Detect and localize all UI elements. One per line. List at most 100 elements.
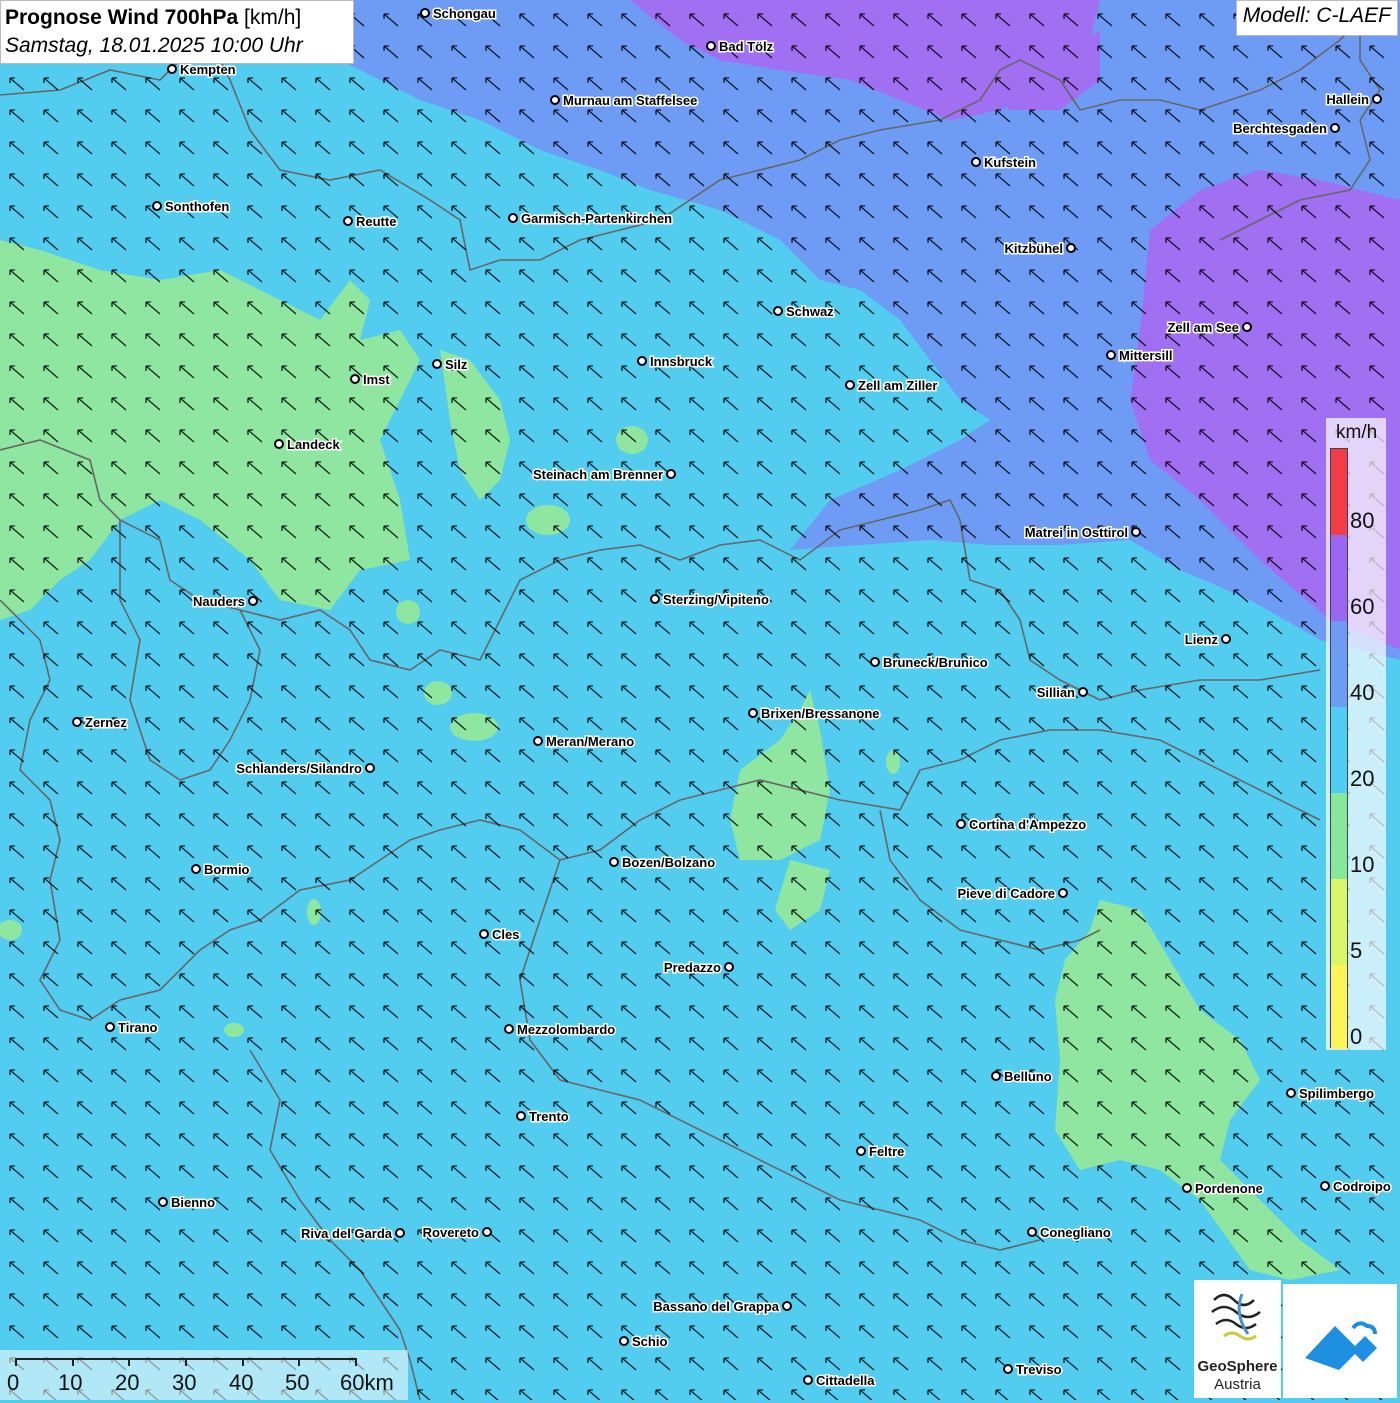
model-label: Modell: C-LAEF — [1235, 0, 1398, 36]
city-label: Bormio — [204, 862, 250, 877]
city-marker: Zell am Ziller — [845, 377, 939, 395]
city-label: Belluno — [1004, 1069, 1052, 1084]
legend-label-20: 20 — [1350, 766, 1375, 791]
city-dot — [1372, 94, 1382, 104]
geosphere-name: GeoSphere — [1197, 1358, 1278, 1375]
scale-tick — [298, 1358, 300, 1366]
city-marker: Innsbruck — [637, 353, 714, 371]
geosphere-mark-icon — [1211, 1293, 1261, 1341]
city-dot — [479, 929, 489, 939]
city-label: Pordenone — [1195, 1181, 1263, 1196]
city-dot — [152, 201, 162, 211]
city-label: Schwaz — [786, 304, 834, 319]
city-marker: Brixen/Bressanone — [748, 705, 881, 723]
city-dot — [533, 736, 543, 746]
legend-segment-40 — [1331, 621, 1347, 707]
geosphere-logo[interactable]: GeoSphere Austria — [1194, 1280, 1281, 1398]
city-dot — [803, 1375, 813, 1385]
legend-segment-60 — [1331, 535, 1347, 621]
geosphere-country: Austria — [1214, 1376, 1261, 1393]
city-dot — [248, 596, 258, 606]
city-dot — [504, 1024, 514, 1034]
city-dot — [748, 708, 758, 718]
forecast-datetime: Samstag, 18.01.2025 10:00 Uhr — [5, 34, 303, 57]
city-label: Kitzbühel — [1005, 241, 1064, 256]
legend-label-5: 5 — [1350, 938, 1363, 963]
city-label: Mezzolombardo — [517, 1022, 615, 1037]
city-dot — [650, 594, 660, 604]
title-main: Prognose Wind 700hPa — [5, 6, 239, 29]
city-label: Sterzing/Vipiteno — [663, 592, 769, 607]
city-dot — [191, 864, 201, 874]
city-dot — [956, 819, 966, 829]
legend-label-60: 60 — [1350, 594, 1375, 619]
city-dot — [395, 1228, 405, 1238]
city-label: Cles — [492, 927, 519, 942]
city-dot — [1027, 1227, 1037, 1237]
city-dot — [105, 1022, 115, 1032]
wind-map: Schongau Bad Tölz Kempten Murnau am Staffel… — [0, 0, 1400, 1400]
city-marker: Mezzolombardo — [504, 1021, 617, 1039]
city-marker: Murnau am Staffelsee — [550, 92, 699, 110]
city-label: Sonthofen — [165, 199, 229, 214]
city-label: Berchtesgaden — [1233, 121, 1327, 136]
city-label: Zell am See — [1167, 320, 1239, 335]
city-dot — [1242, 322, 1252, 332]
city-dot — [609, 857, 619, 867]
city-dot — [550, 95, 560, 105]
city-marker: Garmisch-Partenkirchen — [508, 210, 674, 228]
scale-label: 10 — [58, 1370, 83, 1395]
city-dot — [72, 717, 82, 727]
city-dot — [1078, 687, 1088, 697]
city-marker: Pieve di Cadore — [956, 885, 1068, 903]
city-marker: Schlanders/Silandro — [235, 760, 375, 778]
city-marker: Sterzing/Vipiteno — [650, 591, 770, 609]
city-label: Bozen/Bolzano — [622, 855, 715, 870]
city-label: Brixen/Bressanone — [761, 706, 880, 721]
scale-label: 50 — [285, 1370, 310, 1395]
legend-bar — [1330, 448, 1348, 1049]
city-label: Sillian — [1037, 685, 1075, 700]
legend-segment-10 — [1331, 793, 1347, 879]
city-marker: Sonthofen — [152, 198, 231, 216]
city-label: Schlanders/Silandro — [236, 761, 362, 776]
city-marker: Pordenone — [1182, 1180, 1264, 1198]
city-label: Feltre — [869, 1144, 904, 1159]
legend-segment-5 — [1331, 879, 1347, 965]
title-unit: [km/h] — [244, 6, 302, 29]
city-label: Predazzo — [664, 960, 721, 975]
scale-label: 60km — [340, 1370, 394, 1395]
city-label: Zernez — [85, 715, 127, 730]
scale-label: 30 — [172, 1370, 197, 1395]
scale-tick — [72, 1358, 74, 1366]
legend-unit: km/h — [1336, 422, 1378, 443]
city-dot — [508, 213, 518, 223]
legend-label-80: 80 — [1350, 508, 1375, 533]
city-dot — [706, 41, 716, 51]
city-marker: Matrei in Osttirol — [1023, 524, 1141, 542]
city-dot — [1066, 243, 1076, 253]
city-dot — [1330, 123, 1340, 133]
city-marker: Steinach am Brenner — [531, 466, 676, 484]
city-dot — [274, 439, 284, 449]
city-marker: Spilimbergo — [1286, 1085, 1376, 1103]
city-dot — [365, 763, 375, 773]
city-marker: Berchtesgaden — [1232, 120, 1340, 138]
legend-segment-20 — [1331, 707, 1347, 793]
city-label: Steinach am Brenner — [533, 467, 663, 482]
app-logo[interactable] — [1283, 1284, 1397, 1398]
city-dot — [158, 1197, 168, 1207]
city-dot — [1003, 1364, 1013, 1374]
city-label: Conegliano — [1040, 1225, 1111, 1240]
city-marker: Bruneck/Brunico — [870, 654, 989, 672]
city-dot — [350, 374, 360, 384]
city-label: Schongau — [433, 6, 496, 21]
city-dot — [1286, 1088, 1296, 1098]
city-dot — [619, 1336, 629, 1346]
city-label: Cortina d'Ampezzo — [969, 817, 1086, 832]
city-label: Trento — [529, 1109, 569, 1124]
city-label: Cittadella — [816, 1373, 875, 1388]
scale-tick — [242, 1358, 244, 1366]
city-dot — [1221, 634, 1231, 644]
city-dot — [870, 657, 880, 667]
